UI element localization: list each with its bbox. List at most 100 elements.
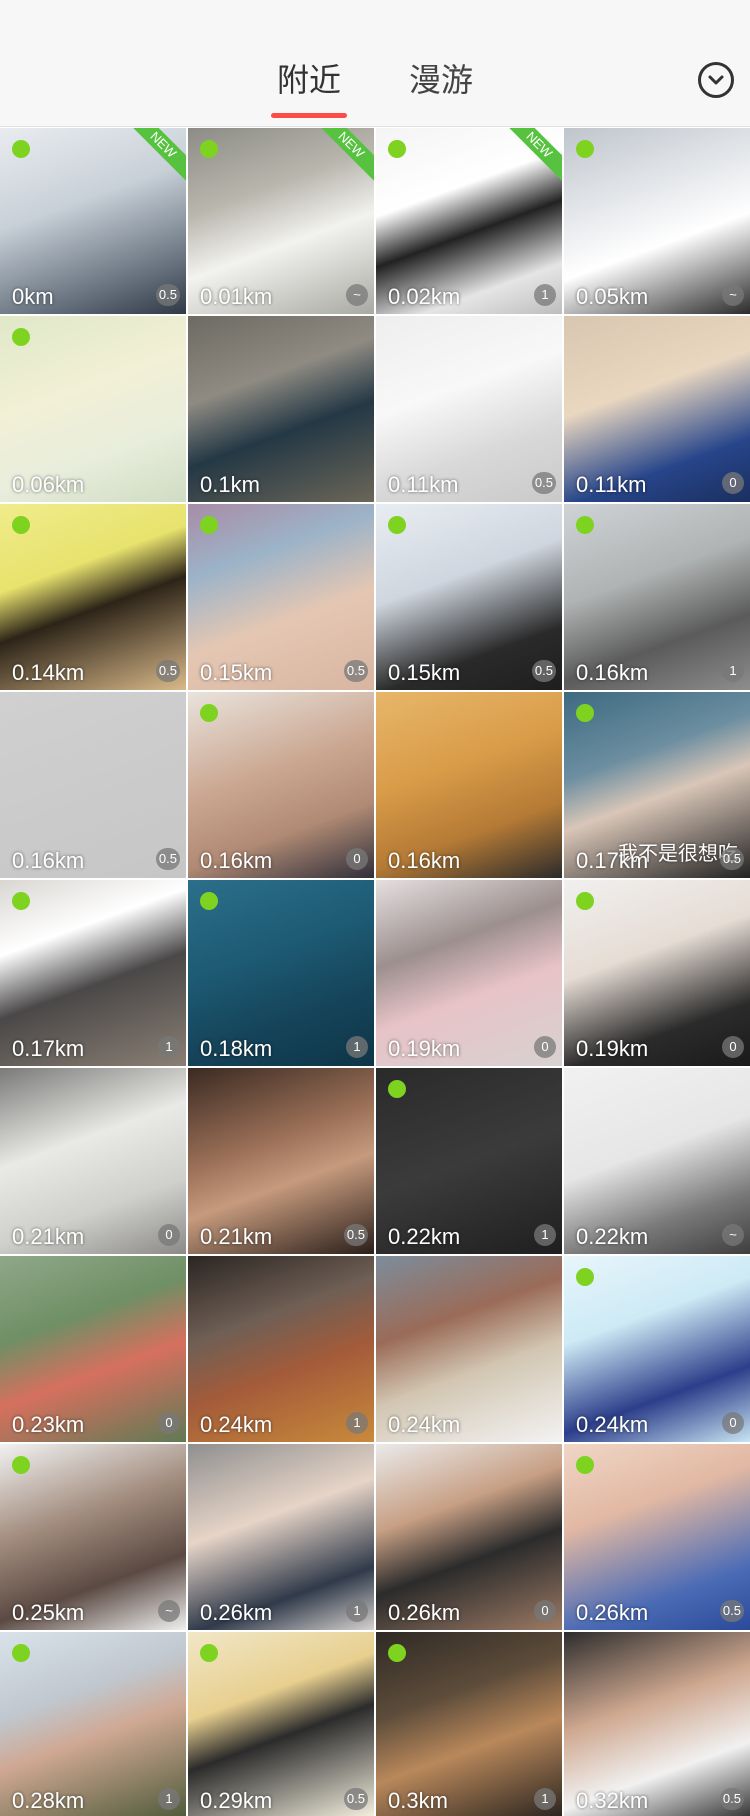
tab-roam[interactable]: 漫游 [403, 56, 479, 116]
online-status-dot [200, 140, 218, 158]
distance-label: 0.19km [388, 1036, 461, 1061]
user-card[interactable]: NEW 0.02km 1 [376, 128, 562, 314]
distance-label: 0.06km [12, 472, 85, 497]
chevron-down-circle-icon[interactable] [698, 62, 734, 98]
user-card[interactable]: 0.18km 1 [188, 880, 374, 1066]
distance-label: 0.22km [576, 1224, 649, 1249]
role-badge: 0 [722, 1036, 744, 1058]
role-badge: 1 [534, 284, 556, 306]
user-card[interactable]: 0.29km 0.5 [188, 1632, 374, 1816]
user-card[interactable]: 0.15km 0.5 [188, 504, 374, 690]
distance-label: 0.17km [12, 1036, 85, 1061]
distance-label: 0.17km [576, 848, 649, 873]
user-card[interactable]: 0.16km 0 [188, 692, 374, 878]
user-card[interactable]: 0.06km [0, 316, 186, 502]
user-card[interactable]: 0.32km 0.5 [564, 1632, 750, 1816]
new-user-tag: NEW [508, 128, 562, 182]
distance-label: 0.16km [200, 848, 273, 873]
tab-nearby[interactable]: 附近 [270, 56, 347, 118]
user-card[interactable]: 0.26km 0.5 [564, 1444, 750, 1630]
user-card[interactable]: 0.22km ~ [564, 1068, 750, 1254]
user-card[interactable]: 0.19km 0 [564, 880, 750, 1066]
user-card[interactable]: 0.16km 0.5 [0, 692, 186, 878]
role-badge: ~ [722, 284, 744, 306]
user-card[interactable]: 0.24km 0 [564, 1256, 750, 1442]
distance-label: 0.26km [388, 1600, 461, 1625]
tab-roam-label: 漫游 [409, 62, 474, 98]
role-badge: 0 [346, 848, 368, 870]
user-card[interactable]: 0.14km 0.5 [0, 504, 186, 690]
online-status-dot [12, 516, 30, 534]
role-badge: 1 [534, 1224, 556, 1246]
user-card[interactable]: 0.17km 1 [0, 880, 186, 1066]
user-card[interactable]: 0.16km [376, 692, 562, 878]
nearby-tabs: 附近 漫游 [0, 56, 750, 118]
tab-nearby-label: 附近 [276, 62, 341, 98]
user-card[interactable]: 我不是很想吃 0.17km 0.5 [564, 692, 750, 878]
distance-label: 0.28km [12, 1788, 85, 1813]
top-nav-bar: 附近 漫游 [0, 0, 750, 127]
role-badge: 0 [722, 1412, 744, 1434]
distance-label: 0.32km [576, 1788, 649, 1813]
role-badge: 0.5 [719, 1788, 744, 1810]
distance-label: 0.24km [576, 1412, 649, 1437]
online-status-dot [12, 1644, 30, 1662]
user-card[interactable]: 0.05km ~ [564, 128, 750, 314]
user-card[interactable]: 0.24km [376, 1256, 562, 1442]
user-card[interactable]: 0.26km 0 [376, 1444, 562, 1630]
online-status-dot [576, 1268, 594, 1286]
online-status-dot [388, 516, 406, 534]
distance-label: 0.18km [200, 1036, 273, 1061]
user-card[interactable]: 0.22km 1 [376, 1068, 562, 1254]
user-card[interactable]: 0.28km 1 [0, 1632, 186, 1816]
user-card[interactable]: 0.21km 0 [0, 1068, 186, 1254]
distance-label: 0.01km [200, 284, 273, 309]
role-badge: 1 [158, 1788, 180, 1810]
user-card[interactable]: 0.15km 0.5 [376, 504, 562, 690]
user-card[interactable]: 0.11km 0.5 [376, 316, 562, 502]
distance-label: 0.11km [388, 472, 459, 497]
role-badge: 1 [534, 1788, 556, 1810]
distance-label: 0.16km [12, 848, 85, 873]
role-badge: 0.5 [531, 660, 556, 682]
user-card[interactable]: 0.11km 0 [564, 316, 750, 502]
new-tag-label: NEW [132, 128, 186, 182]
role-badge: 0.5 [155, 660, 180, 682]
online-status-dot [12, 328, 30, 346]
user-card[interactable]: NEW 0.01km ~ [188, 128, 374, 314]
distance-label: 0.29km [200, 1788, 273, 1813]
distance-label: 0.3km [388, 1788, 448, 1813]
online-status-dot [200, 892, 218, 910]
user-card[interactable]: 0.21km 0.5 [188, 1068, 374, 1254]
user-card[interactable]: 0.23km 0 [0, 1256, 186, 1442]
online-status-dot [388, 1080, 406, 1098]
user-card[interactable]: 0.1km [188, 316, 374, 502]
role-badge: 0.5 [343, 1788, 368, 1810]
distance-label: 0.21km [12, 1224, 85, 1249]
distance-label: 0.1km [200, 472, 260, 497]
role-badge: 0.5 [343, 1224, 368, 1246]
distance-label: 0.15km [200, 660, 273, 685]
distance-label: 0.02km [388, 284, 461, 309]
user-card[interactable]: 0.24km 1 [188, 1256, 374, 1442]
user-card[interactable]: 0.16km 1 [564, 504, 750, 690]
role-badge: 0 [158, 1412, 180, 1434]
online-status-dot [388, 140, 406, 158]
new-user-tag: NEW [320, 128, 374, 182]
online-status-dot [576, 1456, 594, 1474]
user-card[interactable]: 0.25km ~ [0, 1444, 186, 1630]
distance-label: 0.24km [200, 1412, 273, 1437]
user-card[interactable]: 0.19km 0 [376, 880, 562, 1066]
distance-label: 0.11km [576, 472, 647, 497]
user-card[interactable]: NEW 0km 0.5 [0, 128, 186, 314]
role-badge: 0 [722, 472, 744, 494]
chevron-down-icon [708, 75, 724, 85]
distance-label: 0.25km [12, 1600, 85, 1625]
distance-label: 0.05km [576, 284, 649, 309]
new-tag-label: NEW [320, 128, 374, 182]
user-card[interactable]: 0.26km 1 [188, 1444, 374, 1630]
role-badge: 0 [534, 1036, 556, 1058]
user-card[interactable]: 0.3km 1 [376, 1632, 562, 1816]
role-badge: 1 [722, 660, 744, 682]
online-status-dot [12, 892, 30, 910]
